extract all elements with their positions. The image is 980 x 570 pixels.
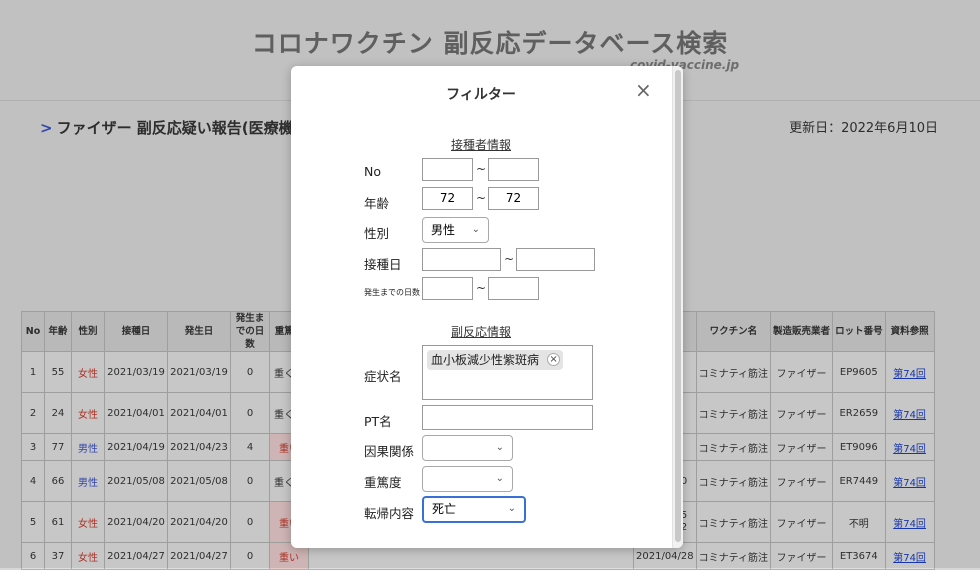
close-icon[interactable]: ×: [635, 80, 652, 100]
chevron-down-icon: ⌄: [495, 442, 504, 453]
no-label: No: [364, 164, 381, 179]
range-tilde: ~: [476, 191, 487, 205]
days-until-onset-label: 発生までの日数: [364, 288, 420, 297]
vaccination-date-label: 接種日: [364, 257, 402, 272]
age-to-input[interactable]: 72: [488, 187, 539, 210]
filter-modal: フィルター × 接種者情報 No ~ 年齢 72 ~ 72 性別 男性 ⌄ 接種…: [291, 66, 683, 548]
sex-select[interactable]: 男性 ⌄: [422, 217, 489, 243]
days-from-input[interactable]: [422, 277, 473, 300]
symptom-tag-label: 血小板減少性紫斑病: [431, 353, 540, 367]
outcome-select-value: 死亡: [432, 502, 457, 516]
causality-select[interactable]: ⌄: [422, 435, 513, 461]
section-adverse-reaction-info: 副反応情報: [450, 325, 511, 339]
no-to-input[interactable]: [488, 158, 539, 181]
chevron-down-icon: ⌄: [471, 224, 480, 235]
chevron-down-icon: ⌄: [507, 503, 516, 514]
severity-label: 重篤度: [364, 475, 402, 490]
range-tilde: ~: [504, 252, 515, 266]
causality-label: 因果関係: [364, 444, 415, 459]
age-from-input[interactable]: 72: [422, 187, 473, 210]
vaccination-date-from-input[interactable]: [422, 248, 501, 271]
outcome-label: 転帰内容: [364, 506, 415, 521]
range-tilde: ~: [476, 281, 487, 295]
outcome-select[interactable]: 死亡 ⌄: [422, 496, 526, 523]
symptom-multiselect[interactable]: 血小板減少性紫斑病 ×: [422, 345, 593, 400]
age-label: 年齢: [364, 196, 390, 211]
scrollbar-thumb[interactable]: [675, 70, 681, 542]
sex-select-value: 男性: [431, 223, 456, 237]
symptom-label: 症状名: [364, 369, 402, 384]
days-to-input[interactable]: [488, 277, 539, 300]
chevron-down-icon: ⌄: [495, 473, 504, 484]
modal-title: フィルター: [446, 87, 516, 103]
no-from-input[interactable]: [422, 158, 473, 181]
pt-name-label: PT名: [364, 414, 392, 429]
vaccination-date-to-input[interactable]: [516, 248, 595, 271]
sex-label: 性別: [364, 226, 390, 241]
modal-scrollbar[interactable]: [672, 66, 683, 548]
remove-tag-icon[interactable]: ×: [547, 353, 561, 366]
pt-name-input[interactable]: [422, 405, 593, 430]
severity-select[interactable]: ⌄: [422, 466, 513, 492]
range-tilde: ~: [476, 162, 487, 176]
section-recipient-info: 接種者情報: [450, 138, 511, 152]
symptom-tag: 血小板減少性紫斑病 ×: [427, 350, 564, 370]
